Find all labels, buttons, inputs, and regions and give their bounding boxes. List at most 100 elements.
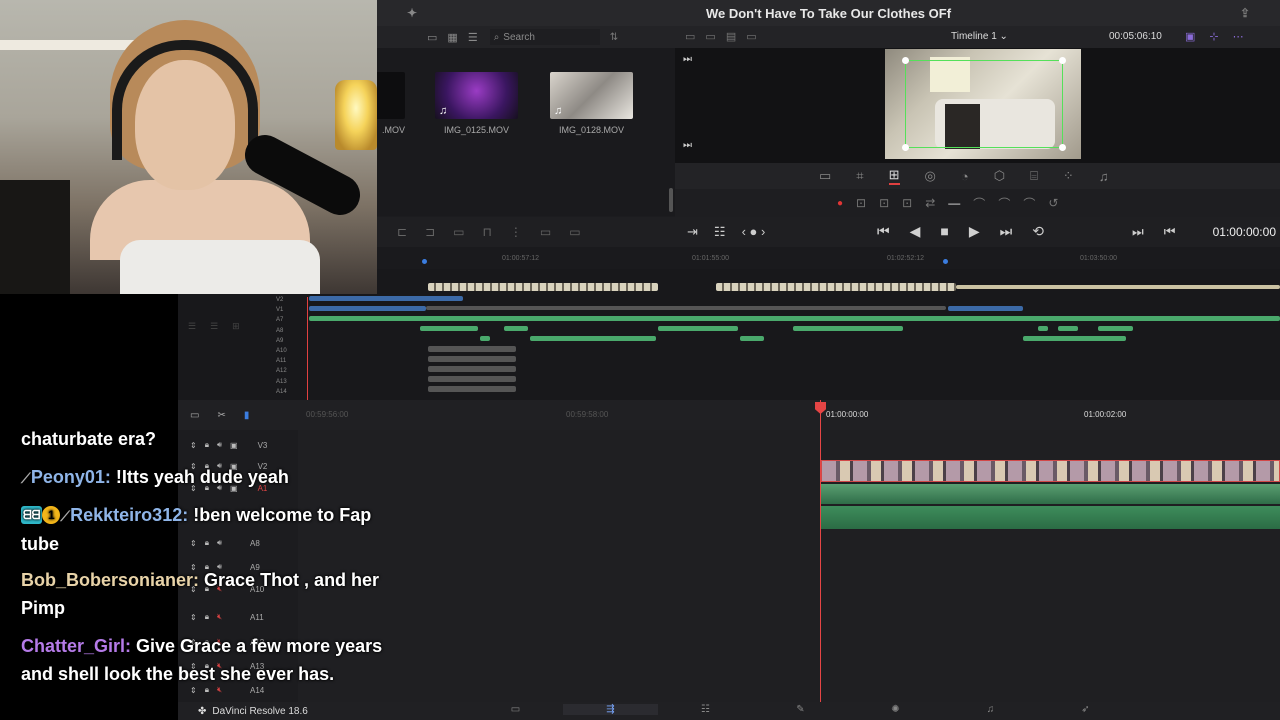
mini-audio-clip[interactable] <box>793 326 903 331</box>
mini-audio-clip[interactable] <box>309 316 1280 321</box>
mini-muted-clip[interactable] <box>428 376 516 382</box>
ease-both-icon[interactable]: ⌒ <box>1023 195 1035 212</box>
metadata-view-icon[interactable]: ▭ <box>427 31 437 44</box>
mini-muted-clip[interactable] <box>428 386 516 392</box>
grid-view-icon[interactable]: ▦ <box>447 31 457 44</box>
media-pool-scrollbar[interactable] <box>669 188 673 212</box>
mini-audio-clip[interactable] <box>658 326 738 331</box>
edit-tool-icon[interactable]: ▭ <box>569 225 580 239</box>
mini-muted-clip[interactable] <box>428 356 516 362</box>
ease-in-icon[interactable]: ⌒ <box>973 195 985 212</box>
media-clip[interactable]: ♫ IMG_0125.MOV <box>435 72 518 135</box>
audio-clip[interactable] <box>821 506 1280 529</box>
search-box[interactable]: ⌕ <box>489 29 600 45</box>
play-icon[interactable]: ▶ <box>969 223 980 240</box>
layout-icon[interactable]: ▭ <box>685 30 695 43</box>
linear-ease-icon[interactable]: — <box>948 196 960 210</box>
mini-v1-clip[interactable] <box>426 306 946 310</box>
dynamic-zoom-icon[interactable]: ⊞ <box>888 167 900 185</box>
edit-tool-icon[interactable]: ⋮ <box>510 225 522 239</box>
page-cut-icon[interactable]: ⇶ <box>563 704 658 715</box>
mini-audio-clip[interactable] <box>1058 326 1078 331</box>
next-clip-icon[interactable]: ⏭ <box>1132 224 1144 240</box>
media-pool-toolbar: ▭ ▦ ☰ ⌕ ⇅ <box>377 26 675 48</box>
list-view-icon[interactable]: ☰ <box>468 31 478 44</box>
transform-handle[interactable] <box>1059 57 1066 64</box>
edit-tool-icon[interactable]: ▭ <box>453 225 464 239</box>
reset-icon[interactable]: ↺ <box>1048 196 1058 210</box>
audio-clip[interactable] <box>821 484 1280 504</box>
keyframe-icon[interactable]: ⊡ <box>856 196 866 210</box>
mini-muted-clip[interactable] <box>428 366 516 372</box>
transform-icon[interactable]: ⊹ <box>1209 30 1218 43</box>
mini-video-clip[interactable] <box>716 283 956 291</box>
transform-tool-icon[interactable]: ▭ <box>819 168 831 184</box>
mini-timeline-ruler[interactable]: 01:00:57:12 01:01:55:00 01:02:52:12 01:0… <box>377 247 1280 269</box>
mini-marker[interactable] <box>943 259 948 264</box>
swap-icon[interactable]: ⇄ <box>925 196 935 210</box>
skip-back-icon[interactable]: ⏮ <box>877 223 890 240</box>
flip-icon[interactable]: ⁘ <box>1063 168 1074 184</box>
transform-handle[interactable] <box>902 144 909 151</box>
timeline-selector[interactable]: Timeline 1 ⌄ <box>951 31 1008 42</box>
edit-tool-icon[interactable]: ⊏ <box>397 225 407 239</box>
mini-v1-clip[interactable] <box>948 306 1023 311</box>
stabilize-icon[interactable]: ⬡ <box>994 168 1005 184</box>
mini-audio-clip[interactable] <box>740 336 764 341</box>
mini-video-clip[interactable] <box>428 283 658 291</box>
record-dot-icon[interactable]: ● <box>837 198 843 209</box>
page-fusion-icon[interactable]: ✎ <box>753 704 848 715</box>
mini-audio-clip[interactable] <box>420 326 478 331</box>
playhead[interactable] <box>815 400 826 702</box>
skip-forward-icon[interactable]: ⏭ <box>1000 223 1013 240</box>
video-clip[interactable] <box>821 460 1280 482</box>
effects-icon[interactable]: ✦ <box>407 6 417 20</box>
mini-audio-clip[interactable] <box>1023 336 1126 341</box>
layout-icon[interactable]: ▤ <box>726 30 736 43</box>
skip-to-start-icon[interactable]: ⏭ <box>683 54 692 65</box>
edit-tool-icon[interactable]: ⊓ <box>482 225 491 239</box>
share-icon[interactable]: ⇪ <box>1240 6 1250 20</box>
transform-box[interactable] <box>905 60 1063 148</box>
keyframe-icon[interactable]: ⊡ <box>902 196 912 210</box>
prev-clip-icon[interactable]: ⏮ <box>1164 224 1176 240</box>
lens-icon[interactable]: ⌸ <box>1030 168 1038 184</box>
edit-tool-icon[interactable]: ▭ <box>540 225 551 239</box>
audio-icon[interactable]: ♫ <box>1099 169 1109 184</box>
ease-out-icon[interactable]: ⌒ <box>998 195 1010 212</box>
mini-audio-clip[interactable] <box>1098 326 1133 331</box>
reverse-icon[interactable]: ◀ <box>910 223 921 240</box>
mini-audio-clip[interactable] <box>530 336 656 341</box>
transform-handle[interactable] <box>1059 144 1066 151</box>
mini-audio-clip[interactable] <box>480 336 490 341</box>
layout-icon[interactable]: ▭ <box>705 30 715 43</box>
speed-icon[interactable]: ◔ <box>961 169 969 184</box>
mini-muted-clip[interactable] <box>428 346 516 352</box>
loop-icon[interactable]: ⟲ <box>1032 223 1044 240</box>
transform-handle[interactable] <box>902 57 909 64</box>
page-edit-icon[interactable]: ☷ <box>658 704 753 715</box>
mini-audio-clip[interactable] <box>1038 326 1048 331</box>
prev-marker-icon[interactable]: ‹ ● › <box>742 224 766 240</box>
page-color-icon[interactable]: ✺ <box>848 704 943 715</box>
source-tape-icon[interactable]: ⇥ <box>687 224 698 240</box>
page-fairlight-icon[interactable]: ♫ <box>943 704 1038 715</box>
monitor-icon[interactable]: ▣ <box>1185 30 1195 43</box>
edit-tool-icon[interactable]: ⊐ <box>425 225 435 239</box>
mini-marker[interactable] <box>422 259 427 264</box>
sort-icon[interactable]: ⇅ <box>610 32 618 43</box>
layout-icon[interactable]: ▭ <box>746 30 756 43</box>
page-deliver-icon[interactable]: ➶ <box>1038 704 1133 715</box>
stop-icon[interactable]: ■ <box>940 223 948 240</box>
mini-video-clip[interactable] <box>956 285 1280 289</box>
skip-to-end-icon[interactable]: ⏭ <box>683 140 692 151</box>
menu-icon[interactable]: ⋯ <box>1233 30 1244 43</box>
search-input[interactable] <box>503 31 594 43</box>
page-media-icon[interactable]: ▭ <box>468 704 563 715</box>
composite-icon[interactable]: ◎ <box>925 168 936 184</box>
media-clip[interactable]: ♫ IMG_0128.MOV <box>550 72 633 135</box>
keyframe-icon[interactable]: ⊡ <box>879 196 889 210</box>
mini-audio-clip[interactable] <box>504 326 528 331</box>
crop-tool-icon[interactable]: ⌗ <box>856 168 863 184</box>
settings-sliders-icon[interactable]: ☷ <box>714 224 726 240</box>
